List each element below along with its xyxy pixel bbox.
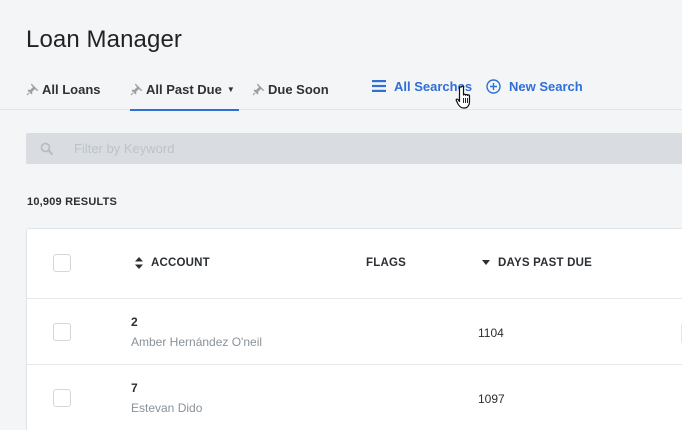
tab-due-soon[interactable]: Due Soon — [252, 68, 329, 110]
pin-icon — [252, 83, 265, 96]
results-count: 10,909 RESULTS — [27, 196, 118, 208]
sort-icon — [135, 257, 143, 269]
pin-icon — [130, 83, 143, 96]
account-number: 2 — [131, 315, 138, 329]
column-header-days-past-due[interactable]: DAYS PAST DUE — [482, 257, 592, 269]
tab-label: All Past Due — [146, 81, 222, 97]
loans-table: ACCOUNT FLAGS DAYS PAST DUE 2 Amber Hern… — [26, 228, 682, 430]
caret-down-icon — [482, 260, 490, 265]
row-checkbox[interactable] — [53, 389, 71, 407]
account-number: 7 — [131, 381, 138, 395]
column-label: ACCOUNT — [151, 257, 210, 269]
borrower-name: Estevan Dido — [131, 401, 203, 415]
search-icon — [40, 142, 54, 155]
days-past-due-value: 1104 — [478, 326, 504, 340]
tab-all-past-due[interactable]: All Past Due ▼ — [130, 68, 239, 111]
column-label: DAYS PAST DUE — [498, 257, 592, 269]
tab-label: All Loans — [42, 81, 101, 97]
search-input[interactable] — [74, 141, 634, 156]
tab-bar: All Loans All Past Due ▼ Due Soon All Se… — [0, 68, 682, 111]
pin-icon — [26, 83, 39, 96]
search-bar — [26, 133, 682, 164]
select-all-checkbox[interactable] — [53, 254, 71, 272]
tab-label: Due Soon — [268, 81, 329, 97]
table-row[interactable]: 2 Amber Hernández O'neil 1104 — [27, 299, 682, 365]
list-icon — [372, 80, 386, 92]
hand-pointer-cursor — [455, 85, 471, 109]
plus-circle-icon — [486, 78, 501, 94]
table-header: ACCOUNT FLAGS DAYS PAST DUE — [27, 229, 682, 299]
borrower-name: Amber Hernández O'neil — [131, 335, 263, 349]
caret-down-icon[interactable]: ▼ — [227, 85, 235, 94]
tab-all-loans[interactable]: All Loans — [26, 68, 101, 110]
row-checkbox[interactable] — [53, 323, 71, 341]
page-title: Loan Manager — [26, 26, 182, 53]
days-past-due-value: 1097 — [478, 392, 505, 406]
column-label: FLAGS — [366, 257, 406, 269]
column-header-account[interactable]: ACCOUNT — [135, 257, 210, 269]
new-search-label: New Search — [509, 78, 583, 94]
column-header-flags[interactable]: FLAGS — [366, 257, 406, 269]
table-row[interactable]: 7 Estevan Dido 1097 — [27, 365, 682, 430]
new-search-button[interactable]: New Search — [486, 69, 583, 103]
